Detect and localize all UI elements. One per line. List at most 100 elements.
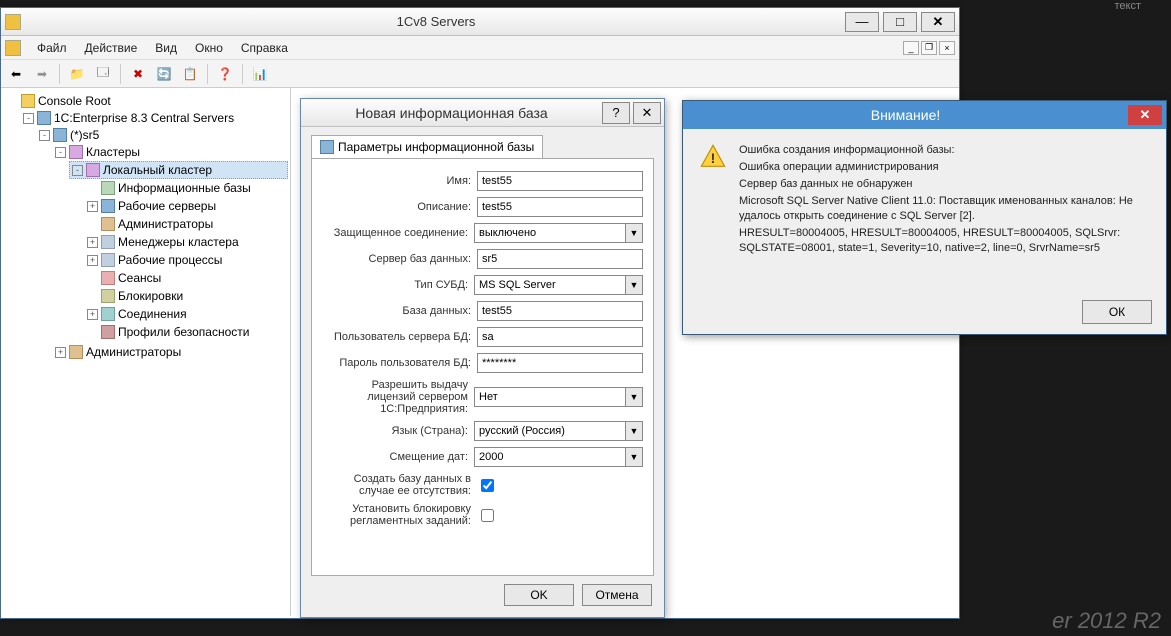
label-dbpass: Пароль пользователя БД: xyxy=(322,357,477,369)
forward-button[interactable]: ➡ xyxy=(31,63,53,85)
dialog-cancel-button[interactable]: Отмена xyxy=(582,584,652,606)
new-infobase-dialog: Новая информационная база ? ✕ Параметры … xyxy=(300,98,665,618)
alert-message: Ошибка создания информационной базы: Оши… xyxy=(739,143,1150,258)
tree-workservers[interactable]: +Рабочие серверы xyxy=(85,198,288,214)
input-name[interactable] xyxy=(477,171,643,191)
input-desc[interactable] xyxy=(477,197,643,217)
window-title: 1Cv8 Servers xyxy=(27,14,845,29)
db-icon xyxy=(101,181,115,195)
tree-clusters[interactable]: -Кластеры xyxy=(53,144,288,160)
tree-managers[interactable]: +Менеджеры кластера xyxy=(85,234,288,250)
tree-sessions[interactable]: Сеансы xyxy=(85,270,288,286)
export-button[interactable]: 📋 xyxy=(179,63,201,85)
up-button[interactable]: 📁 xyxy=(66,63,88,85)
tree-infobases[interactable]: Информационные базы xyxy=(85,180,288,196)
dialog-titlebar: Новая информационная база ? ✕ xyxy=(301,99,664,127)
label-lang: Язык (Страна): xyxy=(322,425,474,437)
menubar: Файл Действие Вид Окно Справка _ ❐ × xyxy=(1,36,959,60)
minimize-button[interactable]: — xyxy=(845,12,879,32)
dialog-form: Имя: Описание: Защищенное соединение: ▼ С… xyxy=(311,158,654,576)
tree-root[interactable]: Console Root xyxy=(5,93,288,109)
folder-icon xyxy=(21,94,35,108)
tree-conns[interactable]: +Соединения xyxy=(85,306,288,322)
svg-text:!: ! xyxy=(711,150,716,166)
toolbar: ⬅ ➡ 📁 🗔 ✖ 🔄 📋 ❓ 📊 xyxy=(1,60,959,88)
stray-text: текст xyxy=(1114,0,1141,12)
maximize-button[interactable]: □ xyxy=(883,12,917,32)
dropdown-icon[interactable]: ▼ xyxy=(625,223,643,243)
tree-panel[interactable]: Console Root -1C:Enterprise 8.3 Central … xyxy=(1,88,291,616)
dropdown-icon[interactable]: ▼ xyxy=(625,275,643,295)
mdi-close[interactable]: × xyxy=(939,41,955,55)
label-dbserver: Сервер баз данных: xyxy=(322,253,477,265)
label-dbuser: Пользователь сервера БД: xyxy=(322,331,477,343)
cluster-icon xyxy=(69,145,83,159)
tree-sr5[interactable]: -(*)sr5 xyxy=(37,127,288,143)
menu-file[interactable]: Файл xyxy=(29,39,75,57)
select-dateoffset[interactable] xyxy=(474,447,625,467)
tree-procs[interactable]: +Рабочие процессы xyxy=(85,252,288,268)
mdi-minimize[interactable]: _ xyxy=(903,41,919,55)
alert-close-button[interactable]: ✕ xyxy=(1128,105,1162,125)
close-button[interactable]: ✕ xyxy=(921,12,955,32)
select-dbms[interactable] xyxy=(474,275,625,295)
input-dbpass[interactable] xyxy=(477,353,643,373)
select-lang[interactable] xyxy=(474,421,625,441)
mdi-restore[interactable]: ❐ xyxy=(921,41,937,55)
menu-window[interactable]: Окно xyxy=(187,39,231,57)
tree-security[interactable]: Профили безопасности xyxy=(85,324,288,340)
label-dbms: Тип СУБД: xyxy=(322,279,474,291)
alert-dialog: Внимание! ✕ ! Ошибка создания информацио… xyxy=(682,100,1167,335)
alert-titlebar: Внимание! ✕ xyxy=(683,101,1166,129)
view-button[interactable]: 🗔 xyxy=(92,63,114,85)
dialog-ok-button[interactable]: OK xyxy=(504,584,574,606)
input-dbserver[interactable] xyxy=(477,249,643,269)
alert-title: Внимание! xyxy=(683,107,1128,123)
checkbox-block[interactable] xyxy=(481,509,494,522)
label-license: Разрешить выдачу лицензий сервером 1С:Пр… xyxy=(322,379,474,415)
server-icon xyxy=(37,111,51,125)
tree-local-cluster[interactable]: -Локальный кластер xyxy=(69,161,288,179)
label-block: Установить блокировку регламентных задан… xyxy=(322,503,477,527)
dropdown-icon[interactable]: ▼ xyxy=(625,387,643,407)
tree-central-servers[interactable]: -1C:Enterprise 8.3 Central Servers xyxy=(21,110,288,126)
server-icon xyxy=(101,199,115,213)
tree-admins2[interactable]: +Администраторы xyxy=(53,344,288,360)
menu-help[interactable]: Справка xyxy=(233,39,296,57)
select-secure[interactable] xyxy=(474,223,625,243)
label-name: Имя: xyxy=(322,175,477,187)
label-desc: Описание: xyxy=(322,201,477,213)
label-createdb: Создать базу данных в случае ее отсутств… xyxy=(322,473,477,497)
menu-view[interactable]: Вид xyxy=(147,39,185,57)
props-button[interactable]: 📊 xyxy=(249,63,271,85)
admin-icon xyxy=(69,345,83,359)
dialog-close-button[interactable]: ✕ xyxy=(633,102,661,124)
dialog-help-button[interactable]: ? xyxy=(602,102,630,124)
cluster-icon xyxy=(86,163,100,177)
menu-action[interactable]: Действие xyxy=(77,39,146,57)
select-license[interactable] xyxy=(474,387,625,407)
help-button[interactable]: ❓ xyxy=(214,63,236,85)
tab-icon xyxy=(320,140,334,154)
mdi-icon xyxy=(5,40,21,56)
watermark: er 2012 R2 xyxy=(1052,608,1161,634)
server-icon xyxy=(53,128,67,142)
alert-ok-button[interactable]: ОК xyxy=(1082,300,1152,324)
admin-icon xyxy=(101,217,115,231)
warning-icon: ! xyxy=(699,143,727,171)
input-db[interactable] xyxy=(477,301,643,321)
tab-params[interactable]: Параметры информационной базы xyxy=(311,135,543,158)
refresh-button[interactable]: 🔄 xyxy=(153,63,175,85)
delete-button[interactable]: ✖ xyxy=(127,63,149,85)
label-secure: Защищенное соединение: xyxy=(322,227,474,239)
app-icon xyxy=(5,14,21,30)
connection-icon xyxy=(101,307,115,321)
dropdown-icon[interactable]: ▼ xyxy=(625,421,643,441)
dialog-title: Новая информационная база xyxy=(301,105,602,121)
dropdown-icon[interactable]: ▼ xyxy=(625,447,643,467)
tree-admins[interactable]: Администраторы xyxy=(85,216,288,232)
input-dbuser[interactable] xyxy=(477,327,643,347)
back-button[interactable]: ⬅ xyxy=(5,63,27,85)
checkbox-createdb[interactable] xyxy=(481,479,494,492)
tree-locks[interactable]: Блокировки xyxy=(85,288,288,304)
